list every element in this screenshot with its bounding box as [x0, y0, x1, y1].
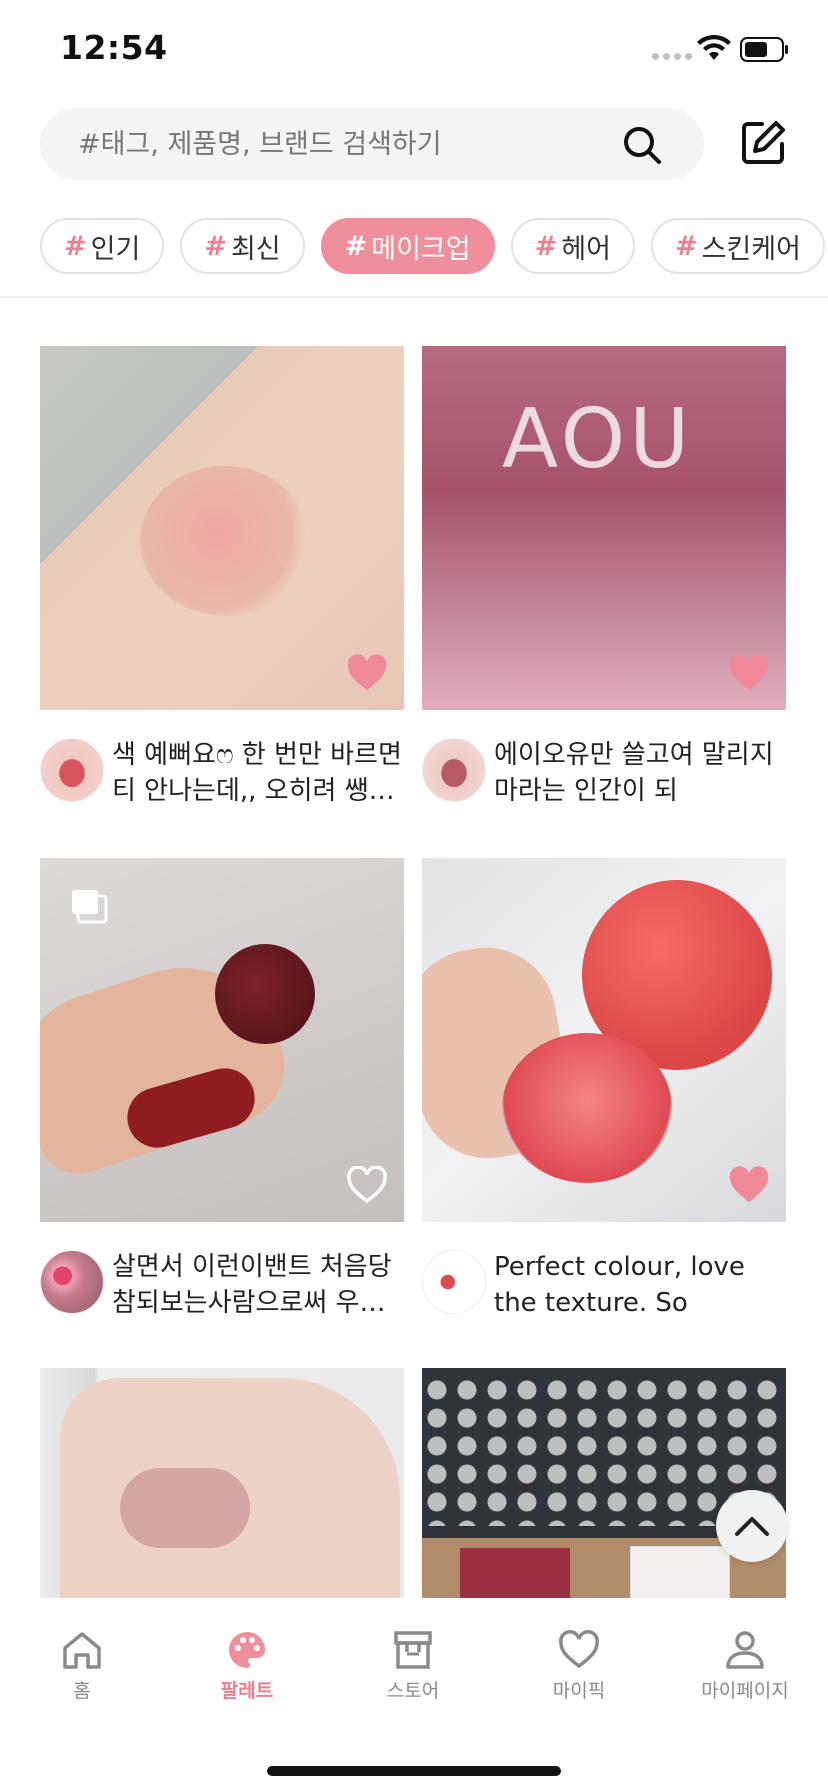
tag-label: 헤어	[561, 233, 611, 265]
post-image[interactable]	[40, 858, 404, 1222]
nav-label: 홈	[73, 1680, 91, 1702]
chevron-up-icon	[735, 1517, 769, 1536]
signal-icon	[652, 53, 692, 60]
nav-label: 팔레트	[220, 1680, 274, 1702]
wifi-icon	[697, 34, 731, 60]
status-bar: 12:54	[0, 0, 828, 100]
nav-home[interactable]: 홈	[7, 1628, 157, 1708]
search-input[interactable]	[78, 108, 618, 180]
post-image[interactable]	[40, 1368, 404, 1598]
post-caption[interactable]: 에이오유만 쓸고여 말리지마라는 인간이 되	[494, 737, 786, 809]
search-icon[interactable]	[622, 125, 662, 165]
post-caption[interactable]: Perfect colour, love the texture. So nou…	[494, 1249, 786, 1321]
tag-popular[interactable]: # 인기	[40, 218, 165, 274]
tag-label: 최신	[230, 233, 281, 265]
post-card[interactable]	[422, 1368, 786, 1598]
tag-skincare[interactable]: # 스킨케어	[650, 218, 825, 274]
tag-latest[interactable]: # 최신	[180, 218, 305, 274]
tag-hair[interactable]: # 헤어	[510, 218, 635, 274]
nav-mypage[interactable]: 마이페이지	[670, 1628, 820, 1708]
multiple-images-icon	[72, 890, 108, 924]
nav-mypick[interactable]: 마이픽	[504, 1628, 654, 1708]
hash-symbol: #	[344, 230, 368, 262]
heart-filled-icon[interactable]	[346, 654, 388, 692]
hash-symbol: #	[534, 230, 558, 262]
nav-palette[interactable]: 팔레트	[172, 1628, 322, 1708]
write-post-icon[interactable]	[740, 120, 786, 166]
status-time: 12:54	[60, 28, 168, 67]
avatar[interactable]	[422, 738, 486, 802]
palette-icon	[229, 1632, 265, 1668]
post-caption[interactable]: 색 예뻐요ෆ 한 번만 바르면티 안나는데,, 오히려 쌩…	[112, 737, 404, 809]
post-image[interactable]	[422, 858, 786, 1222]
avatar[interactable]	[40, 738, 104, 802]
nav-label: 마이픽	[552, 1680, 606, 1702]
feed-clip	[0, 1366, 828, 1598]
post-caption[interactable]: 살면서 이런이밴트 처음당참되보는사람으로써 우…	[112, 1249, 404, 1321]
home-indicator	[267, 1766, 561, 1776]
post-image[interactable]	[422, 1368, 786, 1598]
hash-symbol: #	[674, 230, 698, 262]
battery-icon	[740, 37, 788, 62]
hash-symbol: #	[204, 230, 227, 262]
avatar[interactable]	[422, 1250, 486, 1314]
tag-makeup[interactable]: # 메이크업	[320, 218, 495, 274]
tag-filter-row: # 인기 # 최신 # 메이크업 # 헤어 # 스킨케어	[40, 218, 825, 274]
post-image[interactable]	[40, 346, 404, 710]
store-icon	[394, 1631, 432, 1669]
hash-symbol: #	[64, 230, 87, 262]
search-bar	[40, 108, 704, 180]
heart-icon	[559, 1630, 599, 1669]
image-logo-text: AOU	[502, 392, 694, 487]
nav-store[interactable]: 스토어	[338, 1628, 488, 1708]
tag-label: 메이크업	[371, 233, 471, 265]
scroll-to-top-button[interactable]	[716, 1490, 788, 1562]
person-icon	[726, 1631, 764, 1669]
nav-label: 마이페이지	[701, 1680, 789, 1702]
nav-label: 스토어	[386, 1680, 440, 1702]
heart-filled-icon[interactable]	[728, 1166, 770, 1204]
tag-label: 스킨케어	[701, 233, 801, 265]
tag-label: 인기	[90, 233, 141, 265]
divider	[0, 296, 828, 298]
post-image[interactable]: AOU	[422, 346, 786, 710]
bottom-nav: 홈 팔레트 스토어 마이픽 마이페이지	[0, 1598, 828, 1792]
heart-outline-icon[interactable]	[346, 1166, 388, 1204]
heart-filled-icon[interactable]	[728, 654, 770, 692]
home-icon	[63, 1632, 101, 1669]
avatar[interactable]	[40, 1250, 104, 1314]
post-card[interactable]	[40, 1368, 404, 1598]
